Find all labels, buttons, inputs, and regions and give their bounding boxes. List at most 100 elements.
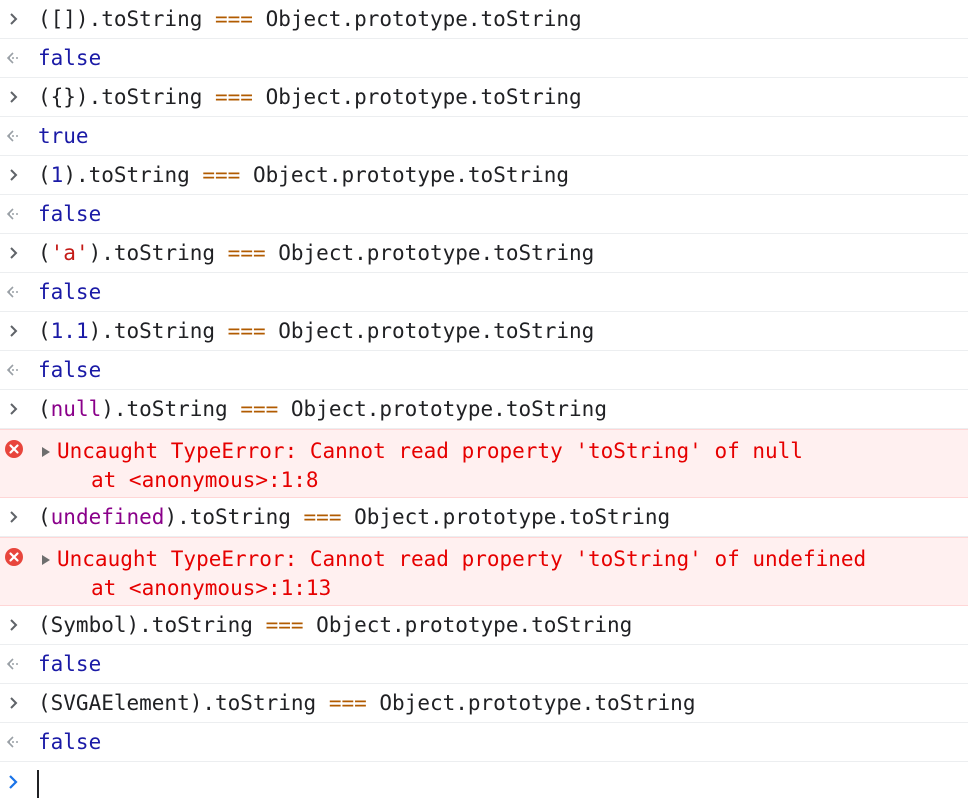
error-circle-icon (5, 548, 23, 566)
console-input-entry: ([]).toString === Object.prototype.toStr… (0, 0, 968, 39)
input-code[interactable]: (1).toString === Object.prototype.toStri… (38, 161, 569, 189)
console-prompt[interactable] (0, 762, 968, 804)
return-arrow-icon (6, 130, 20, 142)
code-token: === (227, 241, 266, 265)
console-result-entry: false (0, 723, 968, 762)
code-token: Object.prototype.toString (278, 397, 607, 421)
chevron-right-icon (10, 403, 18, 415)
code-token: (Symbol) (38, 613, 140, 637)
console-input-entry: (null).toString === Object.prototype.toS… (0, 390, 968, 429)
console-error-entry[interactable]: Uncaught TypeError: Cannot read property… (0, 429, 968, 498)
code-token: .toString (202, 691, 329, 715)
return-arrow-icon (6, 736, 20, 748)
console-result-entry: false (0, 39, 968, 78)
input-code[interactable]: (SVGAElement).toString === Object.protot… (38, 689, 695, 717)
return-arrow-icon (6, 52, 20, 64)
return-arrow-icon (6, 658, 20, 670)
input-code[interactable]: ({}).toString === Object.prototype.toStr… (38, 83, 582, 111)
text-caret (37, 770, 39, 798)
code-token: Object.prototype.toString (252, 7, 582, 31)
code-token: === (265, 613, 304, 637)
input-code[interactable]: ('a').toString === Object.prototype.toSt… (38, 239, 594, 267)
code-token: Object.prototype.toString (341, 505, 671, 529)
input-code[interactable]: (undefined).toString === Object.prototyp… (38, 503, 670, 531)
code-token: .toString (88, 85, 216, 109)
devtools-console: ([]).toString === Object.prototype.toStr… (0, 0, 968, 807)
code-token: Object.prototype.toString (265, 241, 595, 265)
return-arrow-icon (6, 286, 20, 298)
error-stack-trace[interactable]: at <anonymous>:1:13 (57, 574, 866, 603)
console-input-entry: (1).toString === Object.prototype.toStri… (0, 156, 968, 195)
input-code[interactable]: ([]).toString === Object.prototype.toStr… (38, 5, 582, 33)
console-result-entry: false (0, 645, 968, 684)
chevron-right-icon (10, 169, 18, 181)
input-code[interactable]: (1.1).toString === Object.prototype.toSt… (38, 317, 594, 345)
code-token: Object.prototype.toString (265, 319, 595, 343)
code-token: ).toString (88, 319, 228, 343)
code-token: === (227, 319, 266, 343)
return-arrow-icon (6, 364, 20, 376)
console-input-entry: (undefined).toString === Object.prototyp… (0, 498, 968, 537)
chevron-right-icon (10, 91, 18, 103)
console-input-entry: ('a').toString === Object.prototype.toSt… (0, 234, 968, 273)
code-token: === (303, 505, 342, 529)
console-result-entry: false (0, 195, 968, 234)
code-token: Object.prototype.toString (366, 691, 696, 715)
chevron-right-icon (10, 247, 18, 259)
chevron-right-icon (10, 13, 18, 25)
chevron-right-icon (10, 619, 18, 631)
code-token: ({}) (38, 85, 89, 109)
code-token: Object.prototype.toString (252, 85, 582, 109)
code-token: ( (38, 397, 51, 421)
error-message-block: Uncaught TypeError: Cannot read property… (57, 545, 866, 603)
code-token: ).toString (63, 163, 203, 187)
error-stack-trace[interactable]: at <anonymous>:1:8 (57, 466, 803, 495)
console-input-entry: (1.1).toString === Object.prototype.toSt… (0, 312, 968, 351)
console-log: ([]).toString === Object.prototype.toStr… (0, 0, 968, 762)
code-token: undefined (50, 505, 165, 529)
console-input-entry: ({}).toString === Object.prototype.toStr… (0, 78, 968, 117)
code-token: ( (38, 505, 51, 529)
result-value: true (38, 124, 89, 148)
error-message: Uncaught TypeError: Cannot read property… (57, 547, 867, 571)
code-token: 1.1 (50, 319, 89, 343)
expand-triangle-icon[interactable] (40, 446, 52, 458)
chevron-right-icon (10, 511, 18, 523)
code-token: ( (38, 241, 51, 265)
error-message: Uncaught TypeError: Cannot read property… (57, 439, 803, 463)
console-error-entry[interactable]: Uncaught TypeError: Cannot read property… (0, 537, 968, 606)
code-token: (SVGAElement) (38, 691, 203, 715)
code-token: 'a' (50, 241, 89, 265)
console-input-entry: (Symbol).toString === Object.prototype.t… (0, 606, 968, 645)
code-token: ( (38, 319, 51, 343)
code-token: .toString (139, 613, 266, 637)
error-message-block: Uncaught TypeError: Cannot read property… (57, 437, 803, 495)
input-code[interactable]: (null).toString === Object.prototype.toS… (38, 395, 607, 423)
code-token: ( (38, 163, 51, 187)
input-code[interactable]: (Symbol).toString === Object.prototype.t… (38, 611, 632, 639)
code-token: ).toString (101, 397, 241, 421)
result-value: false (38, 358, 102, 382)
code-token: === (328, 691, 367, 715)
console-result-entry: true (0, 117, 968, 156)
chevron-right-icon (10, 325, 18, 337)
code-token: null (50, 397, 102, 421)
result-value: false (38, 202, 102, 226)
code-token: === (202, 163, 241, 187)
code-token: === (240, 397, 279, 421)
console-result-entry: false (0, 351, 968, 390)
chevron-right-icon (10, 697, 18, 709)
console-input-entry: (SVGAElement).toString === Object.protot… (0, 684, 968, 723)
expand-triangle-icon[interactable] (40, 554, 52, 566)
code-token: ([]) (38, 7, 89, 31)
code-token: === (215, 7, 253, 31)
error-circle-icon (5, 440, 23, 458)
code-token: Object.prototype.toString (303, 613, 633, 637)
code-token: 1 (50, 163, 64, 187)
result-value: false (38, 652, 102, 676)
code-token: === (215, 85, 253, 109)
code-token: .toString (88, 7, 216, 31)
console-result-entry: false (0, 273, 968, 312)
code-token: ).toString (164, 505, 304, 529)
result-value: false (38, 730, 102, 754)
